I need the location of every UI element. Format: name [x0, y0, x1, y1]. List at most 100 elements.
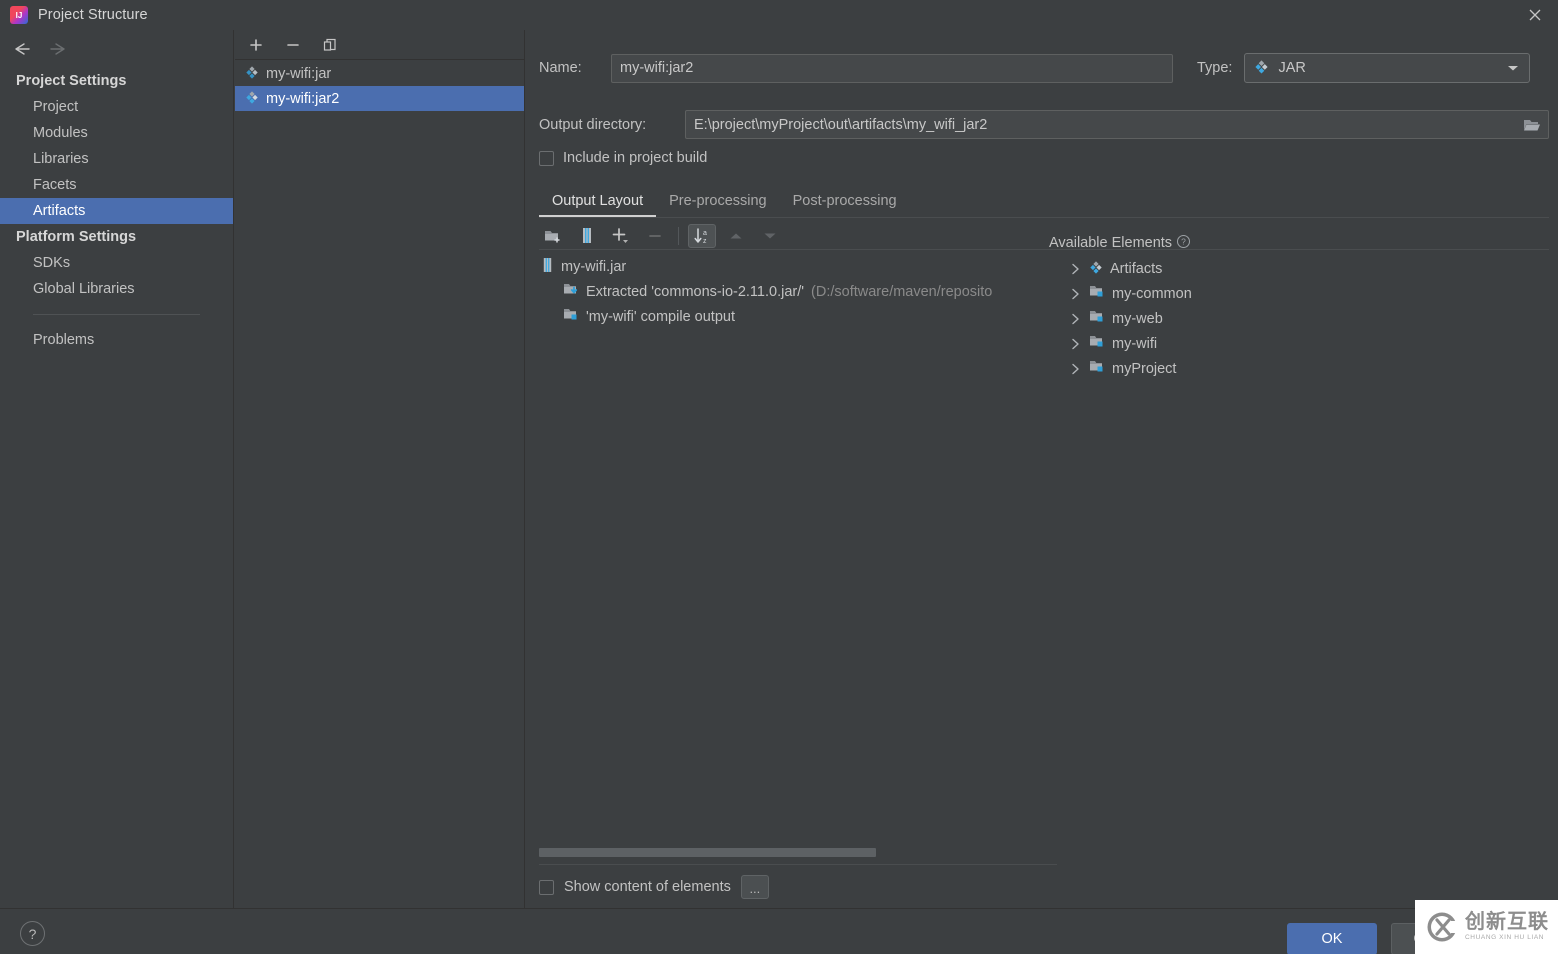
available-element-my-common[interactable]: my-common	[1044, 281, 1544, 306]
plus-icon[interactable]	[245, 34, 267, 56]
tab-pre-processing[interactable]: Pre-processing	[656, 193, 780, 217]
artifact-list-item-label: my-wifi:jar2	[266, 90, 340, 107]
sidebar-item-facets[interactable]: Facets	[0, 172, 233, 198]
tab-post-processing[interactable]: Post-processing	[780, 193, 910, 217]
available-element-artifacts[interactable]: Artifacts	[1044, 256, 1544, 281]
ok-button[interactable]: OK	[1287, 923, 1377, 954]
chevron-down-icon	[1507, 60, 1519, 76]
sidebar-item-modules[interactable]: Modules	[0, 120, 233, 146]
available-element-label: myProject	[1112, 360, 1177, 377]
available-element-label: Artifacts	[1110, 260, 1163, 277]
type-dropdown-value: JAR	[1278, 60, 1306, 76]
tab-output-layout[interactable]: Output Layout	[539, 193, 656, 217]
chevron-right-icon[interactable]	[1068, 263, 1082, 275]
svg-text:a: a	[703, 230, 707, 237]
artifact-icon	[1254, 59, 1269, 78]
sort-az-icon[interactable]: a z	[688, 223, 716, 248]
archive-icon[interactable]	[573, 224, 601, 248]
show-content-of-elements-label: Show content of elements	[564, 879, 731, 895]
chevron-right-icon[interactable]	[1068, 313, 1082, 325]
extracted-icon	[563, 282, 579, 301]
sidebar-item-global-libraries[interactable]: Global Libraries	[0, 276, 233, 302]
arrow-left-icon[interactable]	[10, 38, 32, 60]
module-icon	[1089, 309, 1105, 328]
intellij-idea-icon	[10, 6, 28, 24]
help-button[interactable]: ?	[20, 921, 45, 946]
module-icon	[1089, 334, 1105, 353]
tree-row[interactable]: my-wifi.jar	[539, 254, 1057, 279]
artifact-list-item-label: my-wifi:jar	[266, 65, 332, 82]
settings-sidebar: Project Settings Project Modules Librari…	[0, 30, 234, 908]
show-content-row: Show content of elements ...	[539, 875, 769, 899]
name-input[interactable]: my-wifi:jar2	[611, 53, 1173, 83]
artifact-list-item-my-wifi-jar2[interactable]: my-wifi:jar2	[235, 86, 524, 111]
arrow-down-icon	[756, 224, 784, 248]
available-element-my-wifi[interactable]: my-wifi	[1044, 331, 1544, 356]
sidebar-item-project[interactable]: Project	[0, 94, 233, 120]
svg-text:?: ?	[1181, 236, 1186, 246]
available-elements-header: Available Elements ?	[1044, 230, 1544, 256]
sidebar-item-problems[interactable]: Problems	[0, 327, 233, 353]
output-directory-input[interactable]: E:\project\myProject\out\artifacts\my_wi…	[685, 110, 1549, 139]
sidebar-group-project-settings: Project Settings	[16, 73, 127, 89]
title-bar: Project Structure	[0, 0, 1558, 30]
artifact-details-panel: Name: my-wifi:jar2 Type: JAR Output dire…	[526, 30, 1558, 908]
horizontal-scrollbar[interactable]	[539, 848, 1549, 859]
available-element-label: my-common	[1112, 285, 1192, 302]
watermark-cn: 创新互联	[1465, 911, 1549, 934]
include-in-project-build-checkbox[interactable]	[539, 150, 554, 166]
artifact-icon	[245, 65, 259, 83]
show-content-of-elements-checkbox[interactable]	[539, 879, 554, 895]
copy-icon[interactable]	[319, 34, 341, 56]
arrow-up-icon	[722, 224, 750, 248]
output-directory-label: Output directory:	[539, 116, 647, 133]
window-title: Project Structure	[38, 7, 148, 23]
tree-row-suffix: (D:/software/maven/reposito	[811, 283, 993, 300]
plus-dropdown-icon[interactable]	[607, 224, 635, 248]
sidebar-nav	[0, 30, 233, 68]
tree-row-label: my-wifi.jar	[561, 258, 627, 275]
svg-text:z: z	[703, 238, 707, 245]
chevron-right-icon[interactable]	[1068, 363, 1082, 375]
detail-tabs: Output Layout Pre-processing Post-proces…	[539, 187, 1549, 218]
folder-open-icon[interactable]	[1522, 116, 1542, 134]
sidebar-item-sdks[interactable]: SDKs	[0, 250, 233, 276]
tree-row[interactable]: 'my-wifi' compile output	[539, 304, 1057, 329]
project-structure-dialog: Project Structure Project Settings Proje…	[0, 0, 1558, 954]
compile-output-icon	[563, 307, 579, 326]
more-options-button[interactable]: ...	[740, 875, 769, 899]
artifact-list-panel: my-wifi:jar my-wifi:jar2	[235, 30, 525, 908]
tree-row-label: Extracted 'commons-io-2.11.0.jar/'	[586, 283, 805, 300]
help-circle-icon[interactable]: ?	[1176, 234, 1191, 253]
available-element-my-web[interactable]: my-web	[1044, 306, 1544, 331]
dialog-footer: ? OK Cancel	[0, 908, 1558, 954]
chevron-right-icon[interactable]	[1068, 338, 1082, 350]
cx-logo-icon	[1425, 910, 1459, 944]
artifact-list-item-my-wifi-jar[interactable]: my-wifi:jar	[235, 61, 524, 86]
artifact-icon	[245, 90, 259, 108]
module-icon	[1089, 284, 1105, 303]
output-directory-row: Output directory: E:\project\myProject\o…	[539, 110, 1549, 139]
name-label: Name:	[539, 60, 582, 76]
watermark-text: 创新互联 CHUANG XIN HU LIAN	[1465, 912, 1549, 942]
minus-icon	[641, 224, 669, 248]
toolbar-separator	[678, 226, 679, 245]
chevron-right-icon[interactable]	[1068, 288, 1082, 300]
new-folder-icon[interactable]	[539, 224, 567, 248]
available-element-myproject[interactable]: myProject	[1044, 356, 1544, 381]
archive-icon	[541, 257, 554, 277]
tree-row[interactable]: Extracted 'commons-io-2.11.0.jar/' (D:/s…	[539, 279, 1057, 304]
arrow-right-icon[interactable]	[48, 38, 70, 60]
include-in-project-build-label: Include in project build	[563, 150, 708, 166]
artifact-icon	[1089, 260, 1103, 278]
output-layout-tree: my-wifi.jar Extracted 'commons-io-2.11.0…	[539, 254, 1057, 854]
close-icon[interactable]	[1512, 0, 1558, 30]
available-element-label: my-wifi	[1112, 335, 1158, 352]
output-directory-value: E:\project\myProject\out\artifacts\my_wi…	[694, 116, 988, 133]
include-in-project-build-row[interactable]: Include in project build	[539, 150, 707, 166]
sidebar-item-libraries[interactable]: Libraries	[0, 146, 233, 172]
type-dropdown[interactable]: JAR	[1244, 53, 1531, 83]
horizontal-scrollbar-thumb[interactable]	[539, 848, 876, 857]
sidebar-item-artifacts[interactable]: Artifacts	[0, 198, 233, 224]
minus-icon[interactable]	[282, 34, 304, 56]
